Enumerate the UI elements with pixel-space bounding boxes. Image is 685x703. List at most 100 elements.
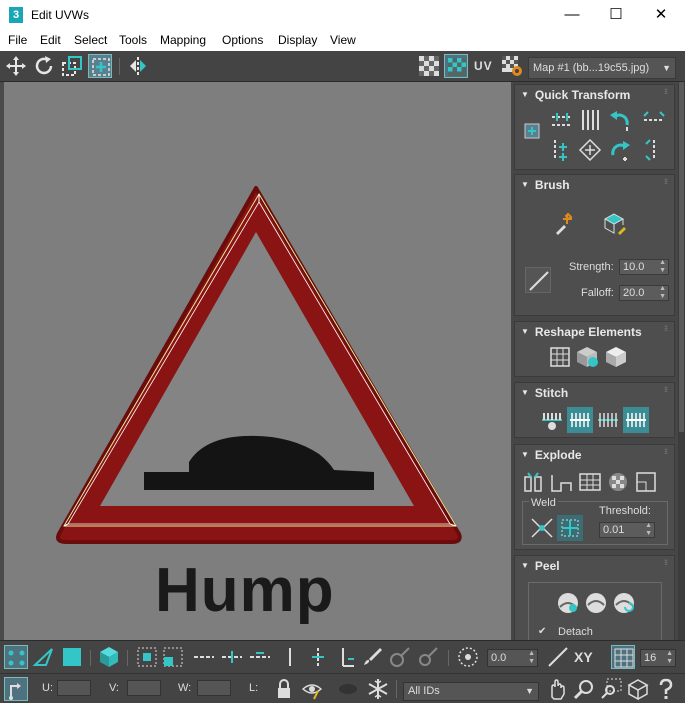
flatten-by-smoothing-icon[interactable] — [605, 469, 631, 495]
soft-selection-spinner[interactable]: 0.0 ▲ ▼ — [487, 649, 538, 667]
zoom-extents-icon[interactable] — [626, 677, 650, 701]
align-to-edge-icon[interactable] — [549, 137, 575, 163]
grid-snap-icon[interactable] — [611, 645, 635, 669]
detach-checkbox[interactable]: ✔ — [538, 626, 546, 637]
freeze-icon[interactable] — [366, 677, 390, 701]
minimize-button[interactable]: — — [549, 0, 595, 30]
menu-options[interactable]: Options — [222, 33, 263, 47]
edge-distance-icon[interactable] — [546, 645, 570, 669]
reshape-elements-header[interactable]: ▼ Reshape Elements — [521, 325, 642, 339]
rotate-ccw-icon[interactable] — [607, 107, 633, 133]
vertex-select-icon[interactable] — [4, 645, 28, 669]
quick-transform-header[interactable]: ▼ Quick Transform — [521, 88, 630, 102]
set-pivot-icon[interactable] — [519, 118, 545, 144]
menu-select[interactable]: Select — [74, 33, 107, 47]
stitch-to-source-icon[interactable] — [623, 407, 649, 433]
straighten-selection-icon[interactable] — [547, 344, 573, 370]
menu-tools[interactable]: Tools — [119, 33, 147, 47]
space-horizontal-icon[interactable] — [641, 107, 667, 133]
relax-icon[interactable] — [603, 344, 629, 370]
paint-select-icon[interactable] — [360, 645, 384, 669]
flatten-by-material-icon[interactable] — [633, 469, 659, 495]
shrink-loop-icon[interactable] — [248, 645, 272, 669]
weld-selected-icon[interactable] — [529, 515, 555, 541]
shrink-ring-icon[interactable] — [334, 645, 358, 669]
stitch-to-target-icon[interactable] — [567, 407, 593, 433]
shrink-brush-icon[interactable] — [416, 645, 440, 669]
align-vertical-icon[interactable] — [577, 107, 603, 133]
explode-header[interactable]: ▼ Explode — [521, 448, 582, 462]
uv-label[interactable]: UV — [474, 59, 493, 73]
relax-brush-icon[interactable] — [601, 211, 627, 237]
zoom-icon[interactable] — [572, 677, 596, 701]
spinner-arrows-icon: ▲ ▼ — [528, 650, 535, 665]
scale-icon[interactable] — [60, 54, 84, 78]
material-id-dropdown[interactable]: All IDs ▼ — [403, 682, 539, 701]
pan-icon[interactable] — [545, 677, 569, 701]
menu-display[interactable]: Display — [278, 33, 317, 47]
break-icon[interactable] — [521, 469, 547, 495]
panel-scrollbar[interactable] — [678, 82, 685, 640]
l-input[interactable] — [262, 680, 265, 696]
space-vertical-icon[interactable] — [641, 137, 667, 163]
element-select-icon[interactable] — [97, 645, 121, 669]
menu-file[interactable]: File — [8, 33, 27, 47]
strength-spinner[interactable]: 10.0 ▲ ▼ — [619, 259, 669, 275]
freeform-icon[interactable] — [88, 54, 112, 78]
edge-select-icon[interactable] — [32, 645, 56, 669]
grow-loop-icon[interactable] — [220, 645, 244, 669]
reset-peel-icon[interactable] — [611, 590, 637, 616]
menu-mapping[interactable]: Mapping — [160, 33, 206, 47]
grow-ring-icon[interactable] — [306, 645, 330, 669]
detach-edge-verts-icon[interactable] — [549, 469, 575, 495]
flatten-by-polygon-icon[interactable] — [577, 469, 603, 495]
show-map-icon[interactable] — [444, 54, 468, 78]
show-icon[interactable] — [336, 677, 360, 701]
stitch-header[interactable]: ▼ Stitch — [521, 386, 568, 400]
xy-coordinate-toggle[interactable]: XY — [574, 649, 593, 665]
threshold-spinner[interactable]: 0.01 ▲ ▼ — [599, 522, 655, 538]
hide-icon[interactable] — [300, 677, 324, 701]
checker-pattern-icon[interactable] — [417, 54, 441, 78]
straighten-icon[interactable] — [577, 137, 603, 163]
help-icon[interactable] — [654, 677, 678, 701]
rotate-cw-icon[interactable] — [607, 137, 633, 163]
menu-view[interactable]: View — [330, 33, 356, 47]
v-input[interactable] — [127, 680, 161, 696]
quick-peel-icon[interactable] — [555, 590, 581, 616]
peel-header[interactable]: ▼ Peel — [521, 559, 560, 573]
u-input[interactable] — [57, 680, 91, 696]
shrink-selection-icon[interactable] — [161, 645, 185, 669]
move-icon[interactable] — [4, 54, 28, 78]
polygon-select-icon[interactable] — [60, 645, 84, 669]
brush-header[interactable]: ▼ Brush — [521, 178, 570, 192]
panel-scrollbar-thumb[interactable] — [679, 82, 684, 432]
texture-settings-icon[interactable] — [500, 54, 524, 78]
close-button[interactable]: ✕ — [638, 0, 684, 30]
maximize-button[interactable]: ☐ — [593, 0, 639, 30]
absolute-offset-icon[interactable] — [4, 677, 28, 701]
grow-selection-icon[interactable] — [135, 645, 159, 669]
brush-falloff-icon[interactable] — [525, 267, 551, 293]
falloff-spinner[interactable]: 20.0 ▲ ▼ — [619, 285, 669, 301]
zoom-region-icon[interactable] — [599, 677, 623, 701]
rotate-icon[interactable] — [32, 54, 56, 78]
soft-selection-icon[interactable] — [456, 645, 480, 669]
relax-until-flat-icon[interactable] — [575, 344, 601, 370]
menu-edit[interactable]: Edit — [40, 33, 61, 47]
stitch-custom-icon[interactable] — [539, 407, 565, 433]
enlarge-brush-icon[interactable] — [388, 645, 412, 669]
weld-target-icon[interactable] — [557, 515, 583, 541]
lock-icon[interactable] — [272, 677, 296, 701]
uv-viewport[interactable]: Hump — [4, 82, 511, 640]
align-horizontal-icon[interactable] — [549, 107, 575, 133]
loop-icon[interactable] — [192, 645, 216, 669]
peel-mode-icon[interactable] — [583, 590, 609, 616]
w-input[interactable] — [197, 680, 231, 696]
grid-size-spinner[interactable]: 16 ▲ ▼ — [640, 649, 676, 667]
paint-move-brush-icon[interactable] — [552, 211, 578, 237]
stitch-average-icon[interactable] — [595, 407, 621, 433]
map-dropdown[interactable]: Map #1 (bb...19c55.jpg) ▼ — [528, 57, 676, 79]
ring-icon[interactable] — [278, 645, 302, 669]
mirror-icon[interactable] — [126, 54, 150, 78]
